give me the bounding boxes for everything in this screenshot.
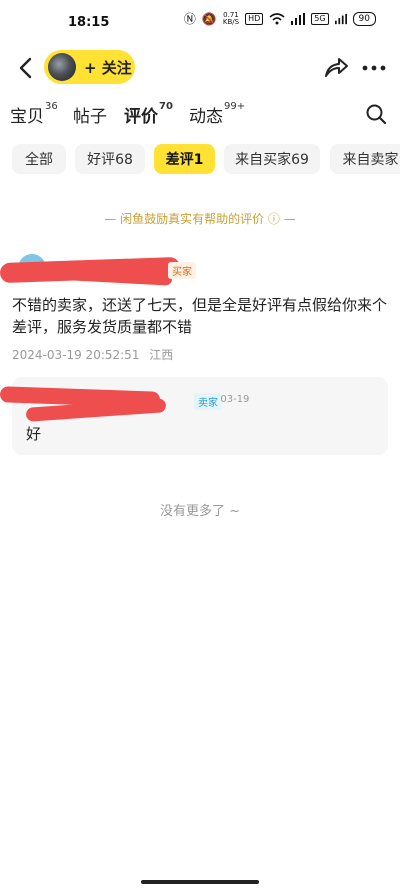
status-bar: 18:15 Ⓝ 🔕 0.71 KB/S HD 5G 90 — [0, 0, 400, 44]
back-button[interactable] — [12, 54, 40, 82]
review-notice[interactable]: — 闲鱼鼓励真实有帮助的评价 ⓘ — — [0, 210, 400, 227]
follow-button[interactable]: + 关注 — [84, 57, 132, 78]
mute-bell-icon: 🔕 — [201, 12, 217, 26]
tab-count: 99+ — [224, 101, 246, 113]
shop-avatar[interactable] — [48, 53, 76, 81]
share-button[interactable] — [322, 54, 350, 82]
home-indicator[interactable] — [141, 880, 259, 884]
filter-from-sellers[interactable]: 来自卖家1 — [330, 144, 400, 174]
filter-from-buyers[interactable]: 来自买家69 — [224, 144, 320, 174]
battery-icon: 90 — [352, 12, 376, 26]
search-icon — [366, 104, 387, 125]
filter-positive[interactable]: 好评68 — [75, 144, 145, 174]
tab-label: 动态 — [189, 107, 223, 127]
shop-header: + 关注 — [0, 48, 400, 88]
nfc-icon: Ⓝ — [183, 12, 196, 26]
filter-negative[interactable]: 差评1 — [154, 144, 215, 174]
more-button[interactable] — [360, 54, 388, 82]
reply-date: · 03-19 — [214, 394, 250, 405]
reviewer-row: 买家 — [0, 254, 312, 286]
review-filters: 全部 好评68 差评1 来自买家69 来自卖家1 — [0, 144, 400, 176]
tab-label: 宝贝 — [10, 107, 44, 127]
tab-label: 帖子 — [73, 107, 107, 127]
filter-all[interactable]: 全部 — [12, 144, 66, 174]
review-content: 不错的卖家，还送了七天，但是全是好评有点假给你来个差评，服务发货质量都不错 — [12, 296, 388, 336]
tab-count: 70 — [159, 101, 173, 113]
signal-icon-2 — [334, 13, 347, 25]
share-icon — [325, 58, 348, 77]
chevron-left-icon — [19, 57, 32, 79]
reply-content: 好 — [26, 425, 42, 443]
more-dots-icon — [362, 65, 386, 71]
status-time: 18:15 — [68, 14, 110, 30]
shop-tabs: 宝贝36 帖子 评价70 动态99+ — [0, 96, 400, 132]
review-datetime: 2024-03-19 20:52:51 — [12, 348, 140, 362]
end-of-list: 没有更多了 ~ — [159, 504, 241, 519]
hd-badge: HD — [245, 13, 264, 25]
tab-products[interactable]: 宝贝36 — [10, 101, 58, 127]
tab-posts[interactable]: 帖子 — [73, 102, 107, 127]
net-speed-unit: KB/S — [222, 18, 240, 26]
follow-pill[interactable]: + 关注 — [44, 50, 135, 84]
net-speed: 0.71 KB/S — [223, 12, 239, 26]
search-button[interactable] — [364, 102, 388, 126]
wifi-icon — [269, 13, 285, 25]
network-type-badge: 5G — [311, 13, 329, 25]
status-icons: Ⓝ 🔕 0.71 KB/S HD 5G 90 — [184, 12, 376, 26]
role-badge-buyer: 买家 — [168, 262, 196, 279]
tab-label: 评价 — [124, 107, 158, 127]
signal-icon — [291, 13, 306, 25]
seller-reply: 卖家 · 03-19 好 — [0, 377, 388, 455]
review-meta: 2024-03-19 20:52:51 江西 — [12, 346, 173, 363]
tab-activity[interactable]: 动态99+ — [189, 101, 246, 127]
review-location: 江西 — [149, 348, 174, 362]
tab-count: 36 — [45, 101, 58, 113]
tab-reviews[interactable]: 评价70 — [124, 101, 173, 127]
